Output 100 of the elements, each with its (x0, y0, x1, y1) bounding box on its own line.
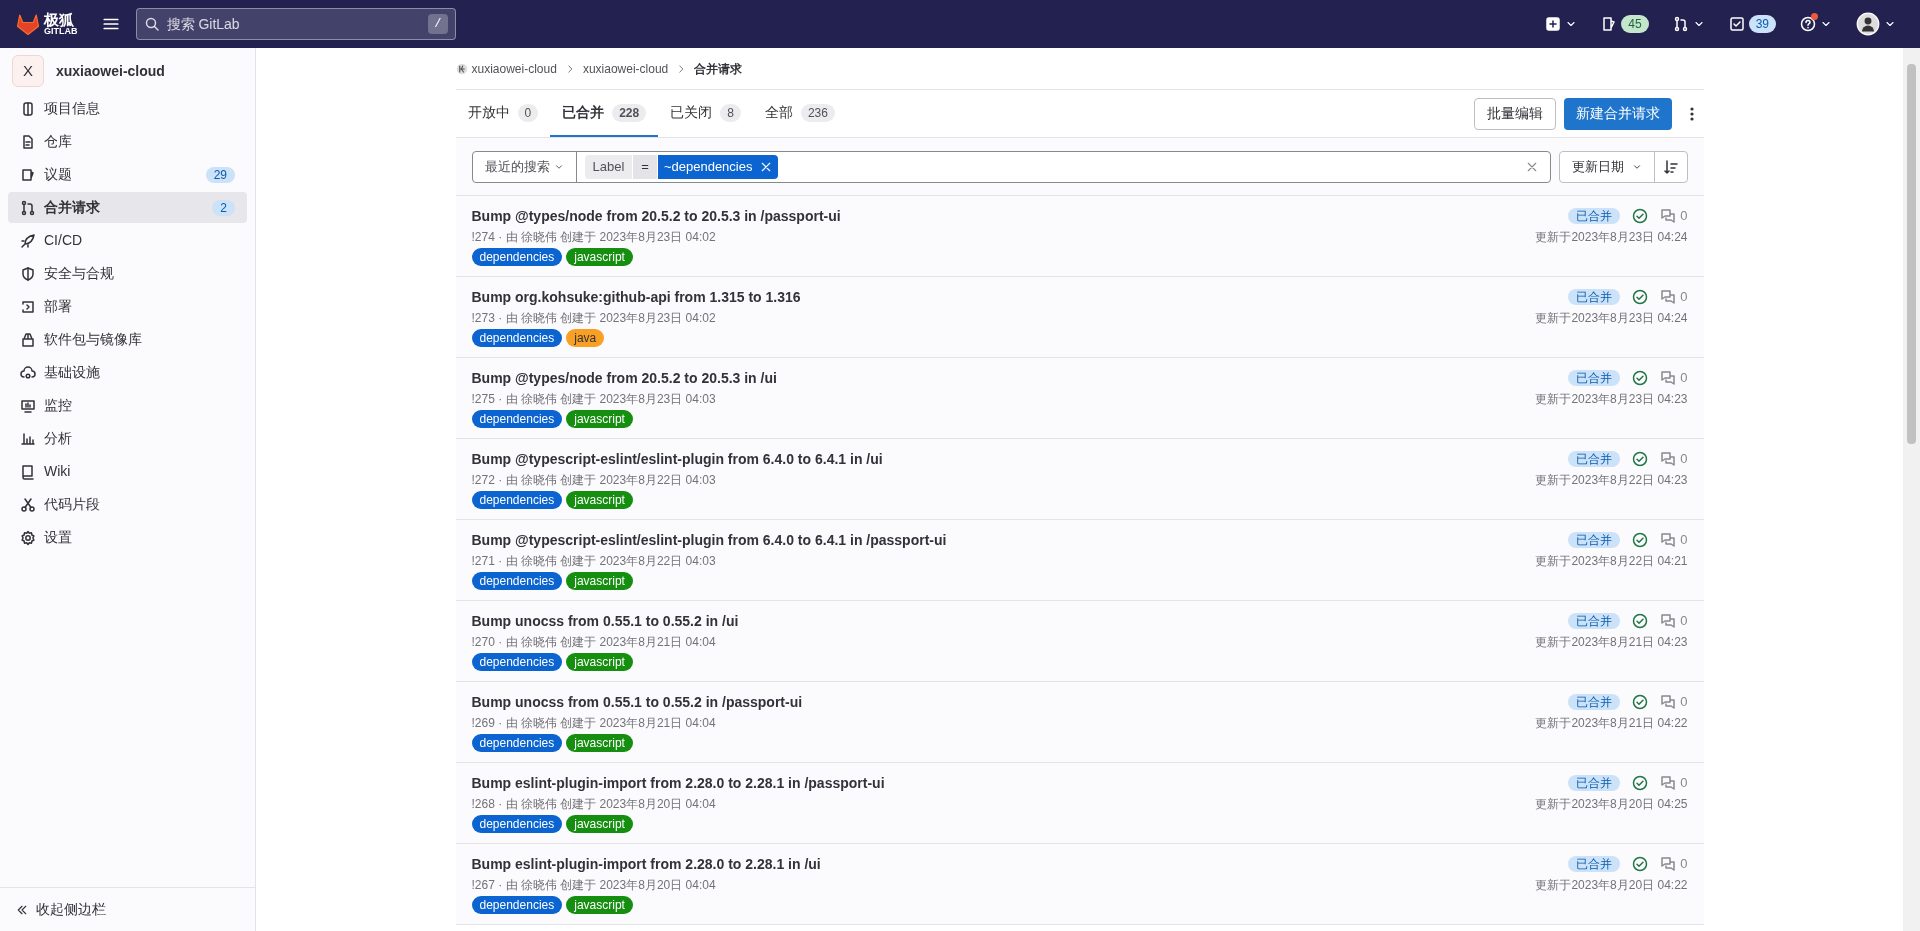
collapse-sidebar-button[interactable]: 收起侧边栏 (0, 887, 255, 931)
tab[interactable]: 全部 236 (752, 90, 847, 137)
label-tag[interactable]: javascript (566, 734, 633, 752)
new-merge-request-button[interactable]: 新建合并请求 (1563, 97, 1672, 130)
tab[interactable]: 已关闭 8 (658, 90, 753, 137)
comments-count[interactable]: 0 (1660, 854, 1688, 874)
comments-icon (1660, 289, 1677, 305)
label-tag[interactable]: dependencies (471, 410, 563, 428)
merge-request-title[interactable]: Bump unocss from 0.55.1 to 0.55.2 in /passport-ui (471, 692, 1536, 712)
label-tag[interactable]: dependencies (471, 815, 563, 833)
sort-lowest-icon (1662, 158, 1679, 175)
sidebar-item[interactable]: 安全与合规 (8, 258, 247, 289)
label-tag[interactable]: javascript (566, 896, 633, 914)
tab[interactable]: 开放中 0 (455, 90, 551, 137)
merge-requests-dropdown[interactable] (1672, 16, 1705, 32)
comments-count[interactable]: 0 (1660, 692, 1688, 712)
check-circle-icon[interactable] (1632, 694, 1649, 710)
check-circle-icon[interactable] (1632, 289, 1649, 305)
sidebar-item[interactable]: 项目信息 (8, 93, 247, 124)
merge-request-meta: !271 · 由 徐晓伟 创建于 2023年8月22日 04:03 (471, 553, 717, 569)
create-new-dropdown[interactable] (1545, 16, 1578, 32)
label-tag[interactable]: javascript (566, 815, 633, 833)
logo-text: 极狐 (44, 12, 75, 27)
sidebar-item[interactable]: 议题 29 (8, 159, 247, 190)
bulk-edit-button[interactable]: 批量编辑 (1473, 97, 1556, 130)
check-circle-icon[interactable] (1632, 451, 1649, 467)
label-tag[interactable]: dependencies (471, 491, 563, 509)
sidebar-item[interactable]: CI/CD (8, 225, 247, 256)
merge-request-title[interactable]: Bump eslint-plugin-import from 2.28.0 to 2.28.1 in /ui (471, 854, 1536, 874)
updated-time: 更新于2023年8月21日 04:23 (1535, 634, 1688, 650)
project-name[interactable]: xuxiaowei-cloud (56, 60, 165, 82)
shortcut-key: / (428, 14, 448, 34)
user-menu-dropdown[interactable] (1856, 12, 1896, 36)
merge-request-meta: !273 · 由 徐晓伟 创建于 2023年8月23日 04:02 (471, 310, 717, 326)
comments-count[interactable]: 0 (1660, 287, 1688, 307)
merge-request-title[interactable]: Bump eslint-plugin-import from 2.28.0 to 2.28.1 in /passport-ui (471, 773, 1536, 793)
count-badge: 236 (800, 103, 835, 122)
label-tag[interactable]: dependencies (471, 734, 563, 752)
check-circle-icon[interactable] (1632, 208, 1649, 224)
todos-button[interactable]: 39 (1728, 15, 1776, 33)
merge-request-title[interactable]: Bump org.kohsuke:github-api from 1.315 to 1.316 (471, 287, 1536, 307)
status-badge: 已合并 (1568, 775, 1621, 791)
label-tag[interactable]: dependencies (471, 896, 563, 914)
label-tag[interactable]: dependencies (471, 572, 563, 590)
sidebar-item[interactable]: 代码片段 (8, 489, 247, 520)
status-badge: 已合并 (1568, 370, 1621, 386)
issues-button[interactable]: 45 (1601, 15, 1649, 33)
check-circle-icon[interactable] (1632, 532, 1649, 548)
comments-count[interactable]: 0 (1660, 773, 1688, 793)
comments-count[interactable]: 0 (1660, 530, 1688, 550)
project-icon (20, 100, 36, 117)
comments-count[interactable]: 0 (1660, 206, 1688, 226)
comments-icon (1660, 613, 1677, 629)
status-badge: 已合并 (1568, 208, 1621, 224)
sidebar-item[interactable]: 基础设施 (8, 357, 247, 388)
label-tag[interactable]: javascript (566, 572, 633, 590)
breadcrumb-link[interactable]: xuxiaowei-cloud (582, 59, 669, 78)
label-tag[interactable]: dependencies (471, 329, 563, 347)
check-circle-icon[interactable] (1632, 370, 1649, 386)
sidebar-item[interactable]: Wiki (8, 456, 247, 487)
merge-request-title[interactable]: Bump @types/node from 20.5.2 to 20.5.3 in /ui (471, 368, 1536, 388)
sidebar-item[interactable]: 部署 (8, 291, 247, 322)
sidebar-item[interactable]: 软件包与镜像库 (8, 324, 247, 355)
merge-request-title[interactable]: Bump @typescript-eslint/eslint-plugin from 6.4.0 to 6.4.1 in /ui (471, 449, 1536, 469)
label-tag[interactable]: dependencies (471, 653, 563, 671)
help-icon (1800, 16, 1816, 32)
breadcrumb-link[interactable]: 合并请求 (694, 59, 743, 78)
label-tag[interactable]: javascript (566, 491, 633, 509)
double-chevron-left-icon (16, 903, 28, 916)
updated-time: 更新于2023年8月22日 04:23 (1535, 472, 1688, 488)
check-circle-icon[interactable] (1632, 613, 1649, 629)
comments-count[interactable]: 0 (1660, 368, 1688, 388)
sidebar-item[interactable]: 仓库 (8, 126, 247, 157)
sidebar-item[interactable]: 设置 (8, 522, 247, 553)
check-circle-icon[interactable] (1632, 856, 1649, 872)
label-tag[interactable]: javascript (566, 248, 633, 266)
merge-request-title[interactable]: Bump @types/node from 20.5.2 to 20.5.3 in /passport-ui (471, 206, 1536, 226)
label-tag[interactable]: dependencies (471, 248, 563, 266)
help-dropdown[interactable] (1800, 16, 1832, 32)
status-badge: 已合并 (1568, 694, 1621, 710)
comments-count[interactable]: 0 (1660, 449, 1688, 469)
logo-subtext: GITLAB (44, 27, 78, 36)
merge-request-title[interactable]: Bump unocss from 0.55.1 to 0.55.2 in /ui (471, 611, 1536, 631)
label-tag[interactable]: javascript (566, 410, 633, 428)
check-circle-icon[interactable] (1632, 775, 1649, 791)
comments-count[interactable]: 0 (1660, 611, 1688, 631)
merge-request-meta: !275 · 由 徐晓伟 创建于 2023年8月23日 04:03 (471, 391, 717, 407)
breadcrumb-link[interactable]: xuxiaowei-cloud (455, 59, 557, 78)
scrollbar[interactable] (1903, 48, 1920, 931)
merge-request-title[interactable]: Bump @typescript-eslint/eslint-plugin from 6.4.0 to 6.4.1 in /passport-ui (471, 530, 1536, 550)
merge-request-icon (1672, 16, 1689, 32)
document-icon (20, 133, 36, 150)
sidebar-item[interactable]: 监控 (8, 390, 247, 421)
package-icon (20, 331, 36, 348)
count-badge: 0 (517, 103, 539, 122)
label-tag[interactable]: javascript (566, 653, 633, 671)
shield-icon (20, 265, 36, 282)
sidebar-item[interactable]: 合并请求 2 (8, 192, 247, 223)
label-tag[interactable]: java (566, 329, 605, 347)
sidebar-item[interactable]: 分析 (8, 423, 247, 454)
